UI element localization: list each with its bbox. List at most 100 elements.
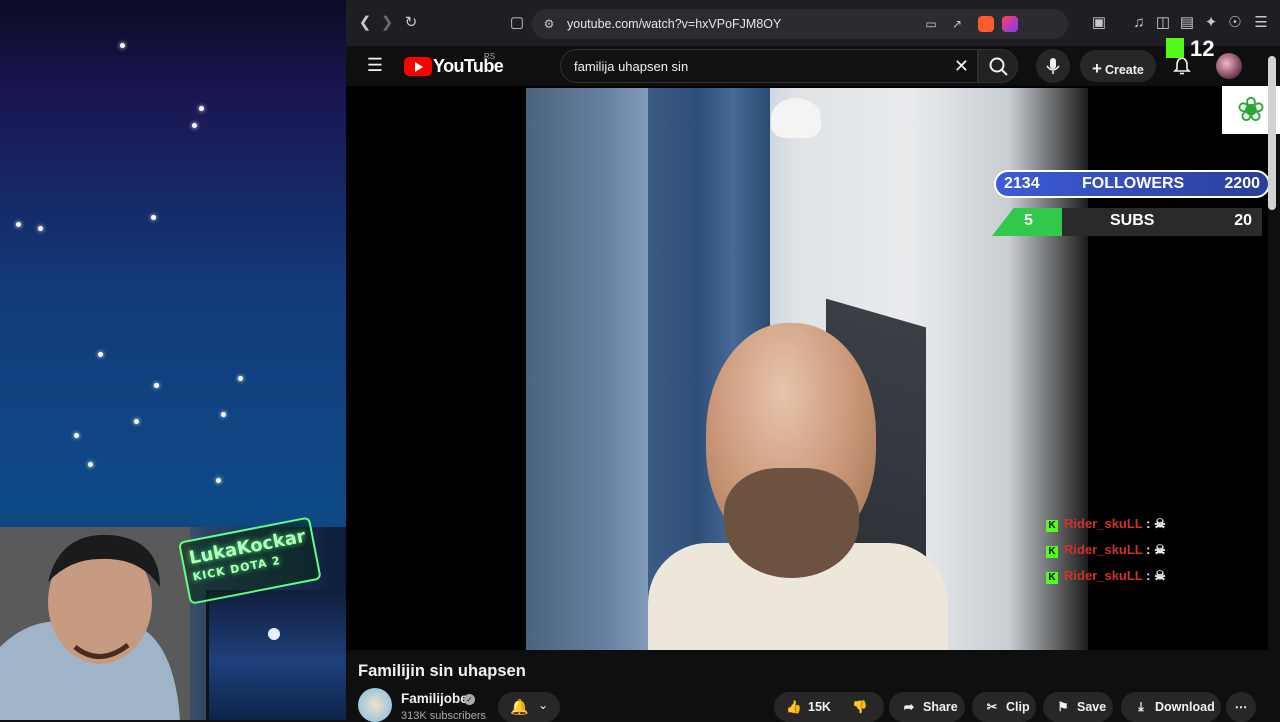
like-dislike-group: 👍 15K 👎 [774,692,884,722]
subscriber-count: 313K subscribers [401,710,486,722]
chevron-down-icon: ⌄ [538,698,549,712]
star [151,215,156,220]
followers-label: FOLLOWERS [1082,175,1185,192]
kick-badge-icon: K [1046,572,1058,584]
voice-search-button[interactable] [1036,49,1070,83]
star [154,383,159,388]
chat-separator: : [1146,516,1151,531]
rewards-icon[interactable] [1002,16,1018,32]
save-icon: ⚑ [1057,700,1069,714]
video-player[interactable]: 2134 FOLLOWERS 2200 5 SUBS 20 K Rider_sku… [346,86,1268,650]
share-button[interactable]: ➦ Share [889,692,965,722]
search-button[interactable] [978,49,1018,83]
download-icon: ⤓ [1138,700,1144,714]
browser-menu-icon[interactable]: ☰ [1252,14,1270,32]
painting-moon [268,628,280,640]
kick-viewer-count: 12 [1190,36,1215,61]
sidebar-icon[interactable]: ▣ [1090,14,1108,32]
youtube-logo-icon[interactable] [404,57,432,76]
more-actions-button[interactable]: ⋯ [1226,692,1256,722]
chat-message: K Rider_skuLL : ☠ [1046,542,1166,558]
star [192,123,197,128]
country-code: RS [484,52,496,61]
page-scrollbar[interactable] [1268,56,1276,210]
create-label: Create [1104,63,1144,77]
browser-toolbar: ❮ ❯ ↻ ▢ ⚙ youtube.com/watch?v=hxVPoFJM8O… [346,0,1280,46]
star [221,412,226,417]
star [98,352,103,357]
star [38,226,43,231]
followers-current: 2134 [1004,175,1040,192]
account-avatar[interactable] [1216,53,1242,79]
kick-logo-icon [1166,38,1184,58]
wall-painting [206,590,346,720]
star [238,376,243,381]
forward-icon[interactable]: ❯ [378,14,396,32]
verified-icon: ✓ [464,694,475,705]
reload-icon[interactable]: ↻ [402,14,420,32]
media-icon[interactable]: ♫ [1130,14,1148,32]
save-label: Save [1077,700,1107,714]
skull-emote-icon: ☠ [1154,516,1166,531]
clip-label: Clip [1006,700,1030,714]
notification-bell-button[interactable]: 🔔 ⌄ [498,692,560,722]
star [74,433,79,438]
dislike-icon[interactable]: 👎 [852,692,868,722]
star [199,106,204,111]
address-bar[interactable]: ⚙ youtube.com/watch?v=hxVPoFJM8OY ▭ ↗ [532,9,1068,39]
clear-icon[interactable]: ✕ [954,56,969,76]
subs-goal-bar: 5 SUBS 20 [992,208,1262,236]
vpn-icon[interactable]: ☉ [1226,14,1244,32]
chat-user: Rider_skuLL [1064,568,1143,583]
kick-badge-icon: K [1046,520,1058,532]
browser-window: ❮ ❯ ↻ ▢ ⚙ youtube.com/watch?v=hxVPoFJM8O… [346,0,1280,722]
reader-icon[interactable]: ◫ [1154,14,1172,32]
streamer-figure [0,527,190,720]
chat-separator: : [1146,568,1151,583]
star [88,462,93,467]
download-label: Download [1155,700,1215,714]
clip-icon: ✂ [986,700,998,714]
chat-user: Rider_skuLL [1064,516,1143,531]
star [216,478,221,483]
youtube-masthead: ☰ YouTube RS familija uhapsen sin ✕ + Cre… [346,46,1280,86]
channel-name[interactable]: Familijobe [401,691,468,706]
star [120,43,125,48]
save-button[interactable]: ⚑ Save [1043,692,1113,722]
brave-shield-icon[interactable] [978,16,994,32]
download-button[interactable]: ⤓ Download [1121,692,1221,722]
leo-icon[interactable]: ✦ [1202,14,1220,32]
bell-icon[interactable] [1172,56,1192,76]
clip-button[interactable]: ✂ Clip [972,692,1036,722]
like-icon[interactable]: 👍 [786,692,802,722]
subs-current: 5 [1024,212,1033,229]
followers-goal-bar: 2134 FOLLOWERS 2200 [994,170,1268,198]
mic-icon [1046,58,1060,74]
search-query[interactable]: familija uhapsen sin [574,59,688,74]
url-text[interactable]: youtube.com/watch?v=hxVPoFJM8OY [567,17,781,31]
search-icon [989,57,1008,76]
chat-message: K Rider_skuLL : ☠ [1046,568,1166,584]
channel-avatar[interactable] [358,688,392,722]
menu-icon[interactable]: ☰ [366,56,384,74]
skull-emote-icon: ☠ [1154,542,1166,557]
search-input[interactable]: familija uhapsen sin ✕ [560,49,978,83]
like-count[interactable]: 15K [808,700,831,714]
share-label: Share [923,700,958,714]
share-page-icon[interactable]: ↗ [948,15,966,33]
video-title: Familijin sin uhapsen [358,662,526,680]
more-icon: ⋯ [1234,700,1248,714]
chat-separator: : [1146,542,1151,557]
skull-emote-icon: ☠ [1154,568,1166,583]
back-icon[interactable]: ❮ [356,14,374,32]
bookmark-icon[interactable]: ▢ [508,14,526,32]
cast-icon[interactable]: ▭ [922,15,940,33]
followers-goal: 2200 [1224,175,1260,192]
create-button[interactable]: + Create [1080,50,1156,82]
video-beard [724,468,859,578]
wallet-icon[interactable]: ▤ [1178,14,1196,32]
site-settings-icon[interactable]: ⚙ [540,15,558,33]
subs-goal: 20 [1234,212,1252,229]
kick-badge-icon: K [1046,546,1058,558]
share-icon: ➦ [903,700,915,714]
